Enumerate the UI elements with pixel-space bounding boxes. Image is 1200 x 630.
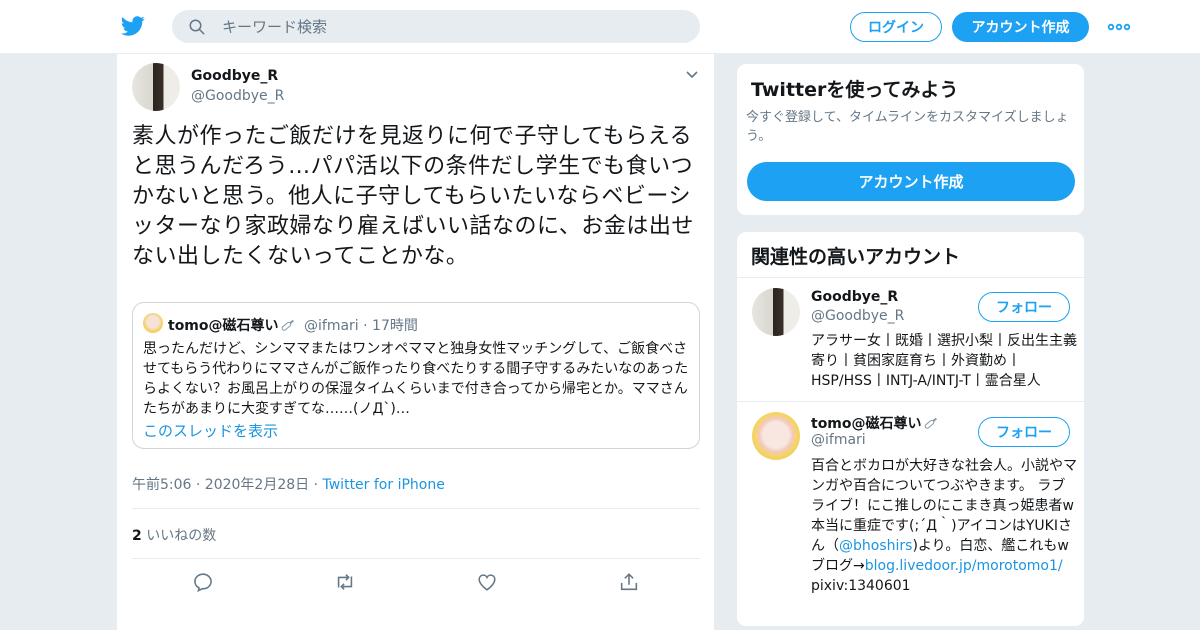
search-box[interactable] (172, 10, 700, 43)
quoted-time: 17時間 (372, 318, 418, 334)
tweet-source-link[interactable]: Twitter for iPhone (323, 477, 445, 493)
tweet-text: 素人が作ったご飯だけを見返りに何で子守してもらえると思うんだろう…パパ活以下の条… (132, 124, 694, 269)
tweet-panel: Goodbye_R @Goodbye_R 素人が作ったご飯だけを見返りに何で子守… (116, 54, 715, 630)
tweet-date[interactable]: 午前5:06 · 2020年2月28日 (132, 477, 309, 493)
share-icon[interactable] (618, 571, 640, 593)
divider (737, 277, 1084, 278)
chevron-down-icon[interactable] (685, 68, 699, 82)
quoted-tweet[interactable]: tomo@磁石尊い @ifmari · 17時間 思ったんだけど、シンママまたは… (132, 302, 700, 449)
divider (132, 508, 700, 509)
account-handle[interactable]: @Goodbye_R (811, 308, 904, 324)
avatar[interactable] (752, 412, 800, 460)
account-bio-text: pixiv:1340601 (811, 578, 911, 594)
search-input[interactable] (222, 10, 682, 43)
likes-label: いいねの数 (146, 528, 217, 544)
top-navigation-bar: ログイン アカウント作成 (0, 0, 1200, 54)
signup-card: Twitterを使ってみよう 今すぐ登録して、タイムラインをカスタマイズしましょ… (736, 63, 1085, 216)
follow-button[interactable]: フォロー (978, 292, 1070, 322)
signup-button[interactable]: アカウント作成 (952, 12, 1089, 42)
likes-stat[interactable]: 2 いいねの数 (132, 525, 216, 545)
quoted-author-name-text: tomo@磁石尊い (168, 318, 279, 334)
quoted-text: 思ったんだけど、シンママまたはワンオペママと独身女性マッチングして、ご飯食べさせ… (143, 341, 689, 417)
bio-mention-link[interactable]: @bhoshirs (839, 538, 912, 554)
signup-card-description: 今すぐ登録して、タイムラインをカスタマイズしましょう。 (746, 110, 1069, 144)
avatar[interactable] (752, 288, 800, 336)
pin-icon (924, 417, 937, 429)
account-bio: 百合とボカロが大好きな社会人。小説やマンガや百合についてつぶやきます。 ラブライ… (811, 456, 1077, 596)
account-name[interactable]: Goodbye_R (811, 289, 898, 305)
quoted-author-handle: @ifmari (304, 318, 359, 334)
pin-icon (281, 319, 294, 331)
reply-icon[interactable] (192, 571, 214, 593)
likes-count: 2 (132, 528, 142, 544)
like-icon[interactable] (476, 571, 498, 593)
retweet-icon[interactable] (334, 571, 356, 593)
bio-blog-link[interactable]: blog.livedoor.jp/morotomo1/ (865, 558, 1063, 574)
login-button[interactable]: ログイン (850, 12, 942, 42)
quoted-author-name: tomo@磁石尊い (168, 315, 297, 335)
divider (132, 558, 700, 559)
quoted-meta: @ifmari · 17時間 (304, 318, 418, 334)
search-icon (189, 19, 205, 35)
signup-card-title: Twitterを使ってみよう (751, 79, 959, 101)
follow-button[interactable]: フォロー (978, 417, 1070, 447)
tweet-author-handle[interactable]: @Goodbye_R (191, 88, 284, 104)
tweet-timestamp: 午前5:06 · 2020年2月28日 · Twitter for iPhone (132, 477, 445, 493)
more-icon[interactable] (1107, 18, 1131, 36)
show-thread-link[interactable]: このスレッドを表示 (143, 420, 278, 441)
related-accounts-title: 関連性の高いアカウント (751, 246, 961, 268)
tweet-author-name[interactable]: Goodbye_R (191, 68, 278, 84)
divider (737, 401, 1084, 402)
account-name-text: tomo@磁石尊い (811, 416, 922, 432)
account-name[interactable]: tomo@磁石尊い (811, 413, 940, 433)
account-bio: アラサー女丨既婚丨選択小梨丨反出生主義寄り丨貧困家庭育ち丨外資勤め丨HSP/HS… (811, 333, 1077, 389)
quoted-avatar (143, 313, 163, 333)
avatar[interactable] (132, 63, 180, 111)
account-handle[interactable]: @ifmari (811, 432, 866, 448)
twitter-bird-icon[interactable] (120, 14, 146, 38)
related-accounts-card: 関連性の高いアカウント Goodbye_R @Goodbye_R フォロー アラ… (736, 231, 1085, 627)
signup-card-button[interactable]: アカウント作成 (747, 162, 1075, 201)
